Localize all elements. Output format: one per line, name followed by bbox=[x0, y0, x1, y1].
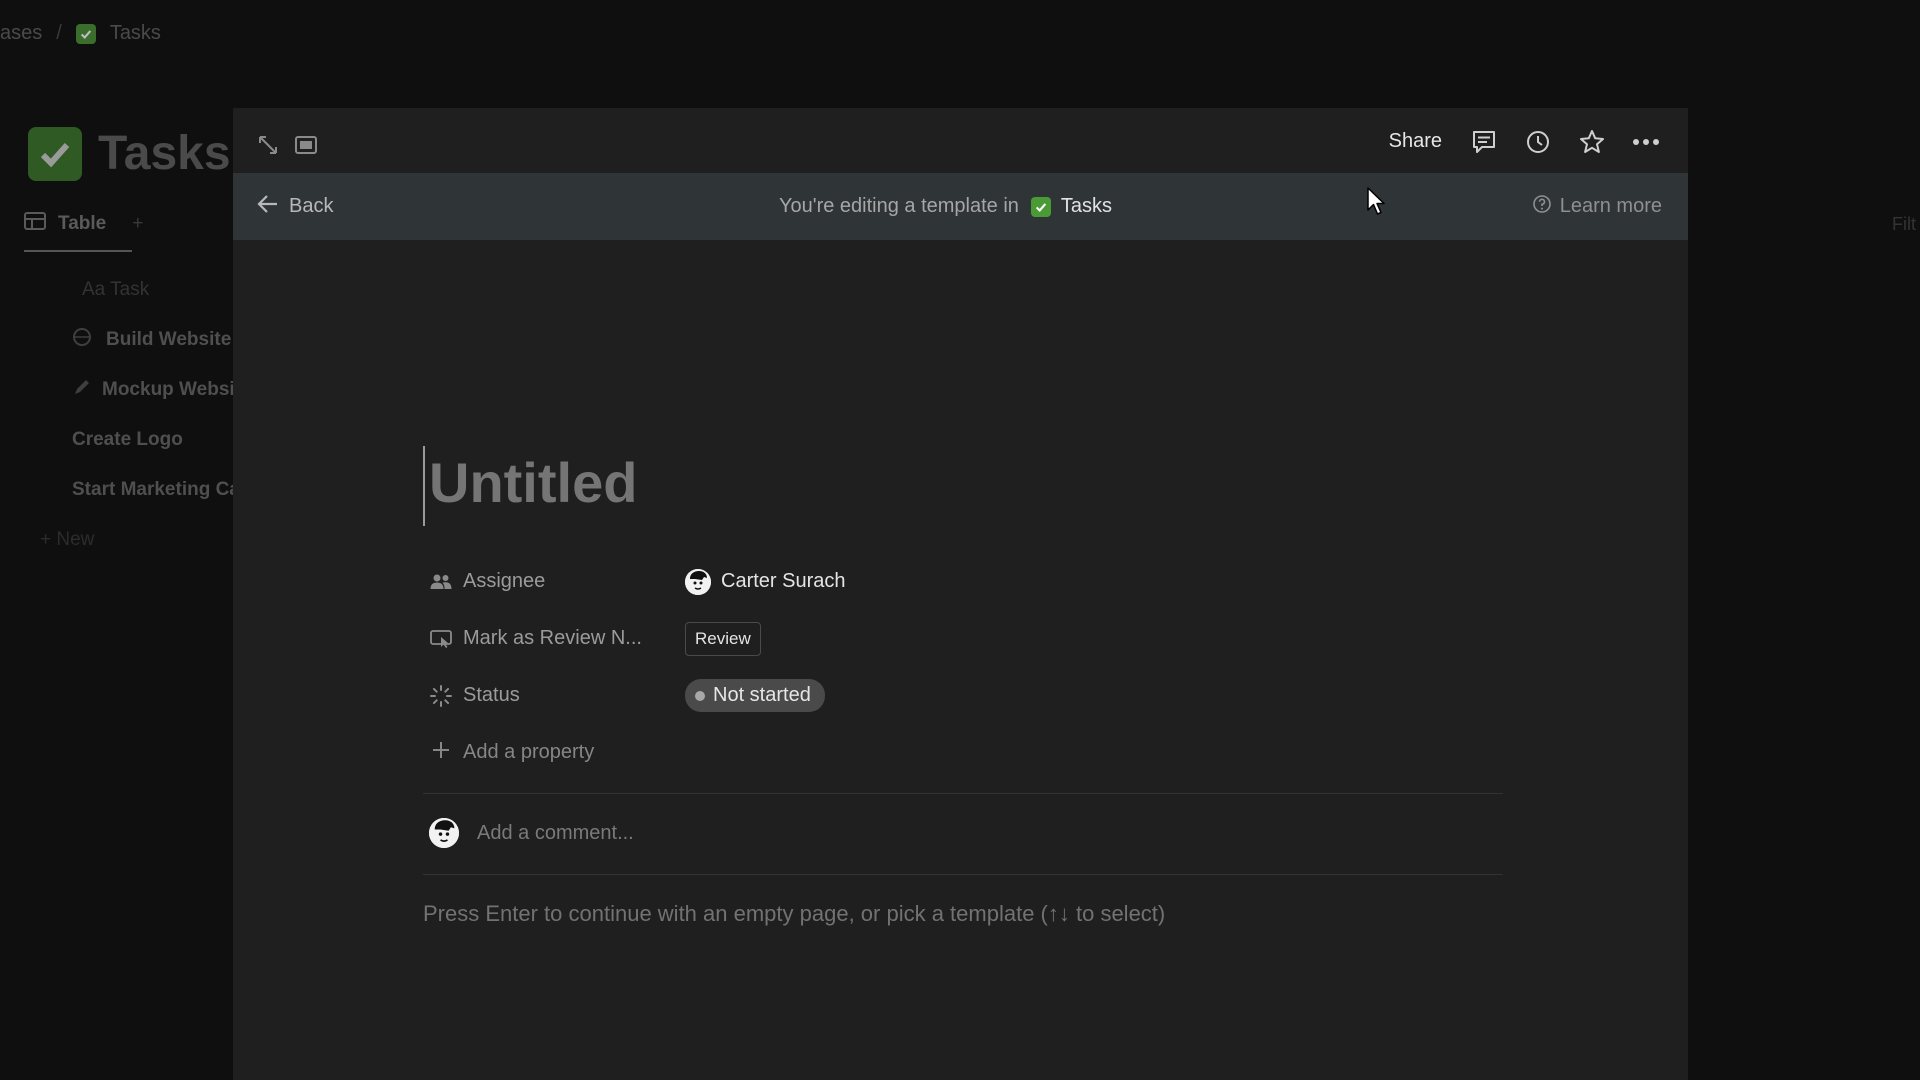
new-row-button[interactable]: + New bbox=[0, 515, 235, 565]
tab-underline bbox=[24, 250, 132, 252]
arrow-left-icon bbox=[257, 194, 279, 220]
learn-more-link[interactable]: Learn more bbox=[1532, 194, 1662, 220]
database-table: Aa Task Build Website Mockup Website Cre… bbox=[0, 265, 235, 565]
learn-more-label: Learn more bbox=[1559, 195, 1662, 217]
row-title: Start Marketing Campaign bbox=[72, 479, 235, 500]
breadcrumb-item-databases[interactable]: ases bbox=[0, 22, 42, 45]
template-banner: Back You're editing a template in Tasks … bbox=[233, 173, 1688, 240]
status-label: Not started bbox=[713, 684, 811, 706]
property-row-status: Status Not started bbox=[423, 667, 1503, 724]
tab-table[interactable]: Table bbox=[58, 213, 106, 235]
pencil-icon bbox=[72, 377, 92, 403]
breadcrumb-item-tasks[interactable]: Tasks bbox=[110, 22, 161, 45]
database-link[interactable]: Tasks bbox=[1030, 195, 1113, 218]
plus-icon bbox=[431, 740, 451, 766]
star-icon[interactable] bbox=[1576, 126, 1608, 158]
database-title: Tasks bbox=[28, 126, 231, 181]
review-button[interactable]: Review bbox=[685, 621, 761, 656]
property-label-text: Status bbox=[463, 684, 520, 706]
back-label: Back bbox=[289, 195, 334, 217]
add-view-button[interactable]: + bbox=[132, 213, 143, 235]
table-row[interactable]: Build Website bbox=[0, 315, 235, 365]
table-row[interactable]: Create Logo bbox=[0, 415, 235, 465]
comment-icon[interactable] bbox=[1468, 126, 1500, 158]
globe-icon bbox=[72, 327, 96, 353]
history-icon[interactable] bbox=[1522, 126, 1554, 158]
table-row[interactable]: Start Marketing Campaign bbox=[0, 465, 235, 515]
template-editor-modal: Share Back You're editing a template in bbox=[233, 108, 1688, 1080]
property-value: Review bbox=[685, 621, 761, 656]
button-property-icon bbox=[429, 627, 453, 651]
property-label-text: Mark as Review N... bbox=[463, 627, 642, 649]
tasks-check-icon bbox=[75, 23, 96, 44]
properties-list: Assignee Carter Surach Mark as Review N.… bbox=[423, 553, 1503, 781]
database-check-icon bbox=[28, 126, 82, 181]
peek-mode-icon[interactable] bbox=[293, 132, 319, 158]
divider bbox=[423, 793, 1503, 794]
avatar bbox=[685, 568, 711, 595]
expand-icon[interactable] bbox=[255, 132, 281, 158]
row-title: Mockup Website bbox=[102, 379, 235, 400]
modal-topbar: Share bbox=[233, 108, 1688, 173]
property-label[interactable]: Status bbox=[423, 684, 685, 708]
help-circle-icon bbox=[1532, 194, 1552, 220]
status-badge[interactable]: Not started bbox=[685, 679, 825, 712]
property-value[interactable]: Carter Surach bbox=[685, 568, 846, 595]
editing-template-text: You're editing a template in bbox=[779, 195, 1019, 217]
property-label-text: Assignee bbox=[463, 570, 546, 592]
topbar-actions: Share bbox=[1385, 124, 1662, 159]
property-value: Not started bbox=[685, 679, 825, 712]
row-title: Create Logo bbox=[72, 429, 183, 450]
template-hint: Press Enter to continue with an empty pa… bbox=[423, 901, 1166, 926]
people-icon bbox=[429, 570, 453, 594]
back-button[interactable]: Back bbox=[257, 194, 333, 220]
property-row-assignee: Assignee Carter Surach bbox=[423, 553, 1503, 610]
avatar bbox=[429, 818, 459, 848]
assignee-name: Carter Surach bbox=[721, 570, 846, 592]
comment-input[interactable] bbox=[475, 820, 1175, 846]
assignee-chip[interactable]: Carter Surach bbox=[685, 568, 846, 595]
property-label[interactable]: Assignee bbox=[423, 570, 685, 594]
breadcrumb: ases / Tasks bbox=[0, 22, 161, 45]
view-tabs: Table + bbox=[24, 212, 143, 236]
database-title-text: Tasks bbox=[98, 127, 231, 180]
row-title: Build Website bbox=[106, 329, 232, 350]
mouse-cursor-icon bbox=[1366, 186, 1386, 221]
property-label[interactable]: Mark as Review N... bbox=[423, 627, 685, 651]
banner-message: You're editing a template in Tasks bbox=[779, 195, 1112, 218]
tasks-check-icon bbox=[1030, 196, 1051, 217]
status-loader-icon bbox=[429, 684, 453, 708]
property-row-review: Mark as Review N... Review bbox=[423, 610, 1503, 667]
divider bbox=[423, 874, 1503, 875]
share-button[interactable]: Share bbox=[1385, 124, 1446, 159]
column-header-task[interactable]: Aa Task bbox=[0, 265, 235, 315]
table-row[interactable]: Mockup Website bbox=[0, 365, 235, 415]
add-property-label: Add a property bbox=[463, 741, 595, 763]
breadcrumb-separator: / bbox=[56, 22, 62, 44]
database-link-label: Tasks bbox=[1060, 195, 1113, 217]
table-icon bbox=[24, 212, 46, 236]
more-icon[interactable] bbox=[1630, 126, 1662, 158]
add-property-row: Add a property bbox=[423, 724, 1503, 781]
status-dot bbox=[695, 690, 705, 701]
filter-button[interactable]: Filt bbox=[1892, 214, 1916, 235]
comment-row bbox=[429, 818, 1175, 848]
page-title-input[interactable] bbox=[425, 450, 1225, 515]
add-property-button[interactable]: Add a property bbox=[423, 740, 594, 766]
